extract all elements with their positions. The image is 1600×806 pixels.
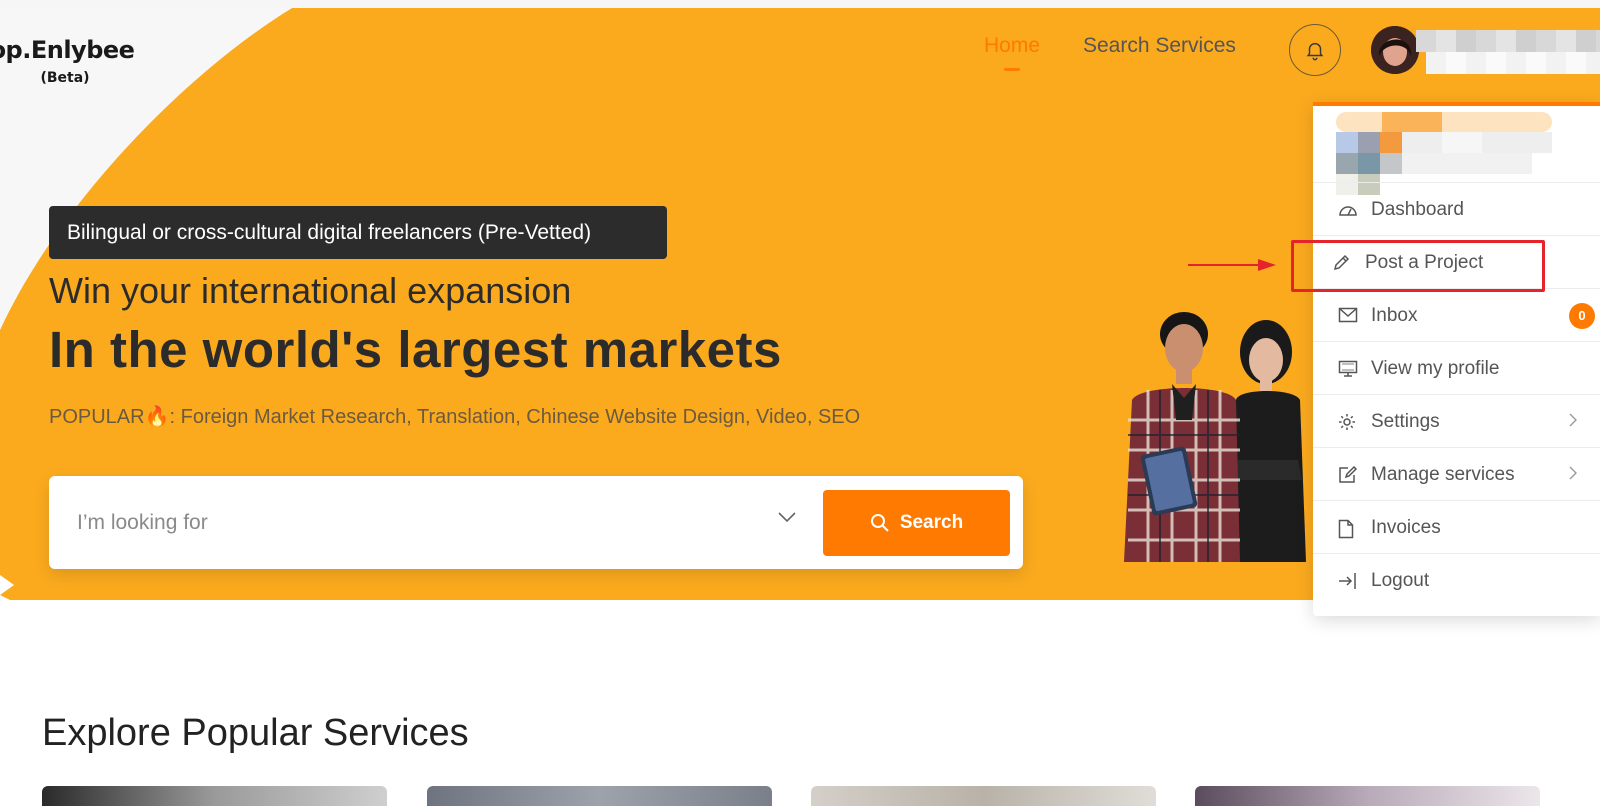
menu-item-inbox[interactable]: Inbox 0 [1313, 288, 1600, 342]
envelope-icon [1338, 307, 1358, 323]
inbox-count-badge: 0 [1569, 303, 1595, 329]
search-icon [870, 514, 889, 532]
avatar-image [1371, 26, 1419, 74]
user-avatar[interactable] [1371, 26, 1419, 74]
edit-icon [1339, 466, 1358, 483]
user-dropdown-menu: Dashboard Post a Project Inbox 0 View my… [1313, 102, 1600, 616]
menu-label: Dashboard [1371, 199, 1464, 220]
menu-label: View my profile [1371, 358, 1500, 379]
username-blurred [1416, 30, 1600, 52]
search-input[interactable] [75, 496, 739, 550]
dashboard-icon [1339, 206, 1357, 216]
menu-item-manage-services[interactable]: Manage services [1313, 447, 1600, 501]
gear-icon [1339, 414, 1355, 430]
service-card[interactable] [1195, 786, 1540, 806]
hero-people-image [1124, 312, 1306, 562]
menu-label: Invoices [1371, 517, 1441, 538]
menu-label: Logout [1371, 570, 1430, 591]
menu-item-settings[interactable]: Settings [1313, 394, 1600, 448]
bell-icon [1306, 42, 1324, 61]
dropdown-accent-bar [1313, 102, 1600, 106]
document-icon [1338, 519, 1354, 539]
chevron-right-icon [1569, 466, 1577, 480]
search-button[interactable]: Search [823, 490, 1010, 556]
notifications-button[interactable] [1289, 24, 1341, 76]
search-button-label: Search [899, 512, 964, 533]
logo[interactable]: op.Enlybee (Beta) [0, 36, 150, 86]
logo-beta-label: (Beta) [40, 70, 90, 86]
chevron-down-icon[interactable] [777, 510, 797, 524]
nav-home-link[interactable]: Home [984, 34, 1040, 71]
menu-item-logout[interactable]: Logout [1313, 553, 1600, 607]
chevron-right-icon [1569, 413, 1577, 427]
hero-title: In the world's largest markets [49, 321, 782, 378]
monitor-icon [1338, 360, 1358, 377]
hero-subtitle: Win your international expansion [49, 270, 572, 311]
logout-icon [1339, 573, 1356, 589]
menu-item-dashboard[interactable]: Dashboard [1313, 182, 1600, 236]
section-title: Explore Popular Services [42, 712, 469, 754]
menu-item-invoices[interactable]: Invoices [1313, 500, 1600, 554]
username-blurred-secondary [1426, 52, 1600, 74]
service-card[interactable] [42, 786, 387, 806]
popular-tags: POPULAR🔥: Foreign Market Research, Trans… [49, 406, 861, 428]
nav-search-services-link[interactable]: Search Services [1083, 34, 1236, 58]
menu-item-view-profile[interactable]: View my profile [1313, 341, 1600, 395]
search-bar: Search [49, 476, 1023, 569]
service-card[interactable] [811, 786, 1156, 806]
annotation-arrow-icon [1188, 259, 1276, 271]
service-card[interactable] [427, 786, 772, 806]
hero-badge: Bilingual or cross-cultural digital free… [49, 206, 667, 259]
menu-label: Settings [1371, 411, 1440, 432]
menu-label: Manage services [1371, 464, 1515, 485]
logo-text: op.Enlybee [0, 36, 135, 64]
annotation-highlight-box [1291, 240, 1545, 292]
menu-label: Inbox [1371, 305, 1418, 326]
